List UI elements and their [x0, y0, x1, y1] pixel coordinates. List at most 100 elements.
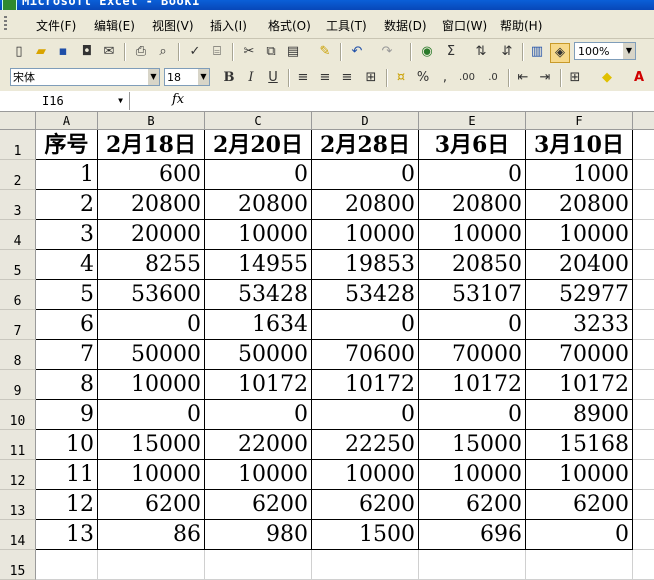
cell-b15[interactable]	[98, 550, 205, 580]
drawing-icon[interactable]: ◈	[550, 43, 570, 63]
cell-c9[interactable]: 10172	[205, 370, 312, 400]
cell-c7[interactable]: 1634	[205, 310, 312, 340]
menu-edit[interactable]: 编辑(E)	[94, 17, 135, 34]
cell-b7[interactable]: 0	[98, 310, 205, 340]
menu-view[interactable]: 视图(V)	[152, 17, 194, 34]
cell-a8[interactable]: 7	[36, 340, 98, 370]
cell-b9[interactable]: 10000	[98, 370, 205, 400]
decrease-decimal-icon[interactable]: .0	[484, 69, 502, 87]
cell-b3[interactable]: 20800	[98, 190, 205, 220]
cell-b1[interactable]: 2月18日	[98, 130, 205, 160]
cell-d13[interactable]: 6200	[312, 490, 419, 520]
cell-f12[interactable]: 10000	[526, 460, 633, 490]
column-header-a[interactable]: A	[36, 112, 98, 130]
decrease-indent-icon[interactable]: ⇤	[514, 69, 532, 87]
menu-tools[interactable]: 工具(T)	[326, 17, 367, 34]
insert-function-icon[interactable]: fx	[172, 92, 184, 107]
cell-b6[interactable]: 53600	[98, 280, 205, 310]
save-icon[interactable]: ▪	[54, 43, 72, 61]
cell-c4[interactable]: 10000	[205, 220, 312, 250]
row-header-3[interactable]: 3	[0, 190, 36, 220]
menu-window[interactable]: 窗口(W)	[442, 17, 487, 34]
cell-f11[interactable]: 15168	[526, 430, 633, 460]
cell-e10[interactable]: 0	[419, 400, 526, 430]
row-header-13[interactable]: 13	[0, 490, 36, 520]
row-header-12[interactable]: 12	[0, 460, 36, 490]
row-header-4[interactable]: 4	[0, 220, 36, 250]
cell-a11[interactable]: 10	[36, 430, 98, 460]
merge-center-icon[interactable]: ⊞	[362, 69, 380, 87]
cell-d7[interactable]: 0	[312, 310, 419, 340]
cell-a5[interactable]: 4	[36, 250, 98, 280]
cell-a12[interactable]: 11	[36, 460, 98, 490]
cell-e2[interactable]: 0	[419, 160, 526, 190]
cell-e12[interactable]: 10000	[419, 460, 526, 490]
cell-c5[interactable]: 14955	[205, 250, 312, 280]
column-header-f[interactable]: F	[526, 112, 633, 130]
row-header-1[interactable]: 1	[0, 130, 36, 160]
cell-e9[interactable]: 10172	[419, 370, 526, 400]
cell-c1[interactable]: 2月20日	[205, 130, 312, 160]
cell-a4[interactable]: 3	[36, 220, 98, 250]
cell-e1[interactable]: 3月6日	[419, 130, 526, 160]
zoom-dropdown[interactable]: 100% ▼	[574, 42, 636, 60]
row-header-7[interactable]: 7	[0, 310, 36, 340]
column-header-b[interactable]: B	[98, 112, 205, 130]
cell-e14[interactable]: 696	[419, 520, 526, 550]
cell-g6[interactable]	[633, 280, 654, 310]
open-icon[interactable]: ▰	[32, 43, 50, 61]
cell-f7[interactable]: 3233	[526, 310, 633, 340]
chevron-down-icon[interactable]: ▼	[198, 69, 209, 85]
hyperlink-icon[interactable]: ◉	[418, 43, 436, 61]
cell-d8[interactable]: 70600	[312, 340, 419, 370]
cell-c12[interactable]: 10000	[205, 460, 312, 490]
cell-a10[interactable]: 9	[36, 400, 98, 430]
percent-icon[interactable]: %	[414, 69, 432, 87]
permission-icon[interactable]: ◘	[78, 43, 96, 61]
cell-e5[interactable]: 20850	[419, 250, 526, 280]
menu-data[interactable]: 数据(D)	[384, 17, 427, 34]
row-header-14[interactable]: 14	[0, 520, 36, 550]
cell-b10[interactable]: 0	[98, 400, 205, 430]
cut-icon[interactable]: ✂	[240, 43, 258, 61]
increase-decimal-icon[interactable]: .00	[458, 69, 476, 87]
cell-b8[interactable]: 50000	[98, 340, 205, 370]
chart-wizard-icon[interactable]: ▥	[528, 43, 546, 61]
cell-g2[interactable]	[633, 160, 654, 190]
cell-d4[interactable]: 10000	[312, 220, 419, 250]
column-header-c[interactable]: C	[205, 112, 312, 130]
cell-f13[interactable]: 6200	[526, 490, 633, 520]
cell-c11[interactable]: 22000	[205, 430, 312, 460]
font-size-dropdown[interactable]: 18 ▼	[164, 68, 210, 86]
cell-f9[interactable]: 10172	[526, 370, 633, 400]
cell-f14[interactable]: 0	[526, 520, 633, 550]
cell-d14[interactable]: 1500	[312, 520, 419, 550]
cell-e7[interactable]: 0	[419, 310, 526, 340]
paste-icon[interactable]: ▤	[284, 43, 302, 61]
undo-icon[interactable]: ↶	[348, 43, 366, 61]
underline-icon[interactable]: U	[264, 69, 282, 87]
spelling-icon[interactable]: ✓	[186, 43, 204, 61]
cell-d5[interactable]: 19853	[312, 250, 419, 280]
cell-f5[interactable]: 20400	[526, 250, 633, 280]
cell-b4[interactable]: 20000	[98, 220, 205, 250]
cell-f10[interactable]: 8900	[526, 400, 633, 430]
increase-indent-icon[interactable]: ⇥	[536, 69, 554, 87]
chevron-down-icon[interactable]: ▼	[148, 69, 159, 85]
cell-e3[interactable]: 20800	[419, 190, 526, 220]
cell-d9[interactable]: 10172	[312, 370, 419, 400]
cell-a1[interactable]: 序号	[36, 130, 98, 160]
cell-a14[interactable]: 13	[36, 520, 98, 550]
row-header-11[interactable]: 11	[0, 430, 36, 460]
cell-c2[interactable]: 0	[205, 160, 312, 190]
cell-g1[interactable]	[633, 130, 654, 160]
cell-c6[interactable]: 53428	[205, 280, 312, 310]
menu-insert[interactable]: 插入(I)	[210, 17, 247, 34]
cell-f1[interactable]: 3月10日	[526, 130, 633, 160]
row-header-10[interactable]: 10	[0, 400, 36, 430]
cell-g7[interactable]	[633, 310, 654, 340]
cell-d12[interactable]: 10000	[312, 460, 419, 490]
menu-format[interactable]: 格式(O)	[268, 17, 311, 34]
chevron-down-icon[interactable]: ▼	[118, 92, 123, 110]
italic-icon[interactable]: I	[242, 69, 260, 87]
